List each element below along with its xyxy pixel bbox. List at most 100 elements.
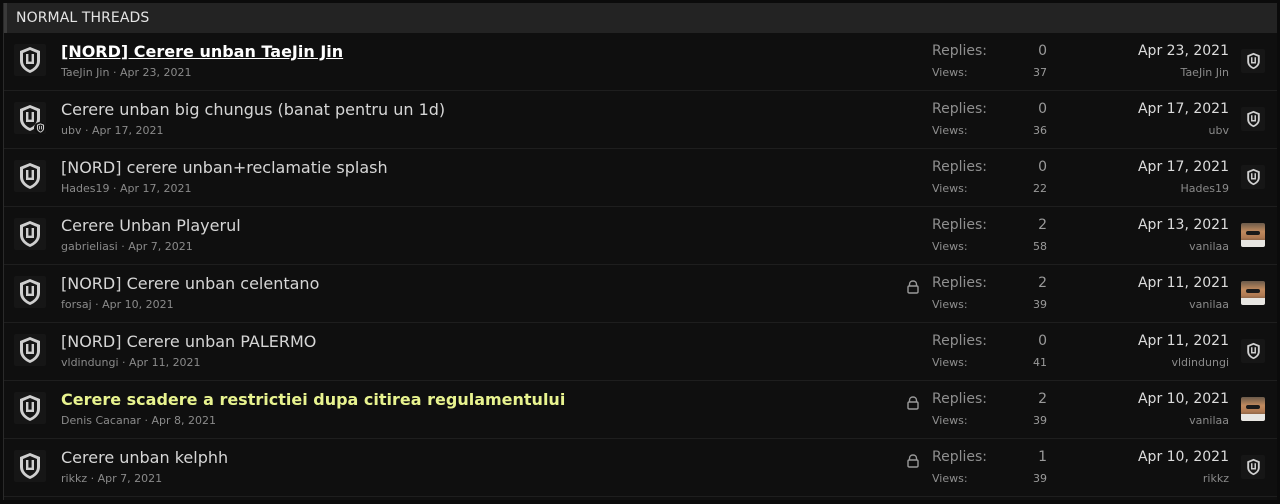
last-poster-link[interactable]: vanilaa [1189,414,1229,427]
last-poster-avatar[interactable] [1241,223,1265,247]
meta-separator: · [117,240,129,253]
last-poster-link[interactable]: vanilaa [1189,298,1229,311]
thread-author-link[interactable]: Denis Cacanar [61,414,141,427]
author-avatar[interactable] [14,218,46,250]
last-poster-avatar[interactable] [1241,165,1265,189]
last-post-date[interactable]: Apr 13, 2021 [1138,217,1229,233]
views-count: 41 [1033,356,1047,369]
last-post-date[interactable]: Apr 11, 2021 [1138,275,1229,291]
server-logo-icon [20,337,40,363]
author-avatar[interactable] [14,160,46,192]
thread-start-date[interactable]: Apr 17, 2021 [92,124,164,137]
last-poster-link[interactable]: vldindungi [1171,356,1229,369]
replies-label: Replies: [932,217,988,233]
thread-row[interactable]: Cerere unban big chungus (banat pentru u… [4,91,1277,149]
user-photo-avatar [1241,397,1265,421]
last-poster-avatar[interactable] [1241,397,1265,421]
last-poster-mini-avatar[interactable] [34,122,46,134]
server-logo-icon [1246,168,1260,186]
thread-meta: Denis Cacanar · Apr 8, 2021 [61,414,216,427]
thread-title-link[interactable]: Cerere scadere a restrictiei dupa citire… [61,390,565,409]
views-count: 39 [1033,472,1047,485]
author-avatar[interactable] [14,276,46,308]
replies-label: Replies: [932,101,988,117]
thread-start-date[interactable]: Apr 10, 2021 [102,298,174,311]
last-post-date[interactable]: Apr 17, 2021 [1138,159,1229,175]
user-photo-avatar [1241,281,1265,305]
thread-row[interactable]: [NORD] Cerere unban PALERMO vldindungi ·… [4,323,1277,381]
server-logo-icon [20,47,40,73]
last-poster-link[interactable]: rikkz [1203,472,1229,485]
views-label: Views: [932,472,968,485]
thread-author-link[interactable]: forsaj [61,298,92,311]
replies-label: Replies: [932,449,988,465]
last-poster-link[interactable]: TaeJin Jin [1181,66,1229,79]
thread-start-date[interactable]: Apr 17, 2021 [120,182,192,195]
thread-row[interactable]: Cerere scadere a restrictiei dupa citire… [4,381,1277,439]
thread-list: NORMAL THREADS [NORD] Cerere unban TaeJi… [3,3,1277,500]
meta-separator: · [109,66,120,79]
thread-title-link[interactable]: [NORD] Cerere unban celentano [61,274,319,293]
views-count: 39 [1033,414,1047,427]
thread-meta: vldindungi · Apr 11, 2021 [61,356,201,369]
last-poster-link[interactable]: Hades19 [1181,182,1230,195]
thread-start-date[interactable]: Apr 23, 2021 [120,66,192,79]
thread-start-date[interactable]: Apr 11, 2021 [129,356,201,369]
last-post-date[interactable]: Apr 11, 2021 [1138,333,1229,349]
thread-start-date[interactable]: Apr 7, 2021 [128,240,193,253]
thread-row[interactable]: Cerere Unban Playerul gabrieliasi · Apr … [4,207,1277,265]
last-poster-link[interactable]: ubv [1209,124,1229,137]
thread-start-date[interactable]: Apr 8, 2021 [151,414,216,427]
thread-title-link[interactable]: [NORD] cerere unban+reclamatie splash [61,158,388,177]
thread-author-link[interactable]: vldindungi [61,356,119,369]
views-label: Views: [932,182,968,195]
replies-label: Replies: [932,333,988,349]
thread-author-link[interactable]: rikkz [61,472,87,485]
thread-author-link[interactable]: TaeJin Jin [61,66,109,79]
last-post-date[interactable]: Apr 10, 2021 [1138,449,1229,465]
views-count: 36 [1033,124,1047,137]
thread-row[interactable]: [NORD] Cerere unban TaeJin Jin TaeJin Ji… [4,33,1277,91]
thread-title-link[interactable]: Cerere unban big chungus (banat pentru u… [61,100,445,119]
author-avatar[interactable] [14,334,46,366]
thread-row[interactable]: [NORD] Cerere unban celentano forsaj · A… [4,265,1277,323]
last-poster-avatar[interactable] [1241,339,1265,363]
author-avatar[interactable] [14,392,46,424]
section-header: NORMAL THREADS [4,3,1277,33]
views-label: Views: [932,124,968,137]
replies-count: 0 [1038,159,1047,175]
replies-count: 2 [1038,391,1047,407]
thread-author-link[interactable]: ubv [61,124,81,137]
last-post-date[interactable]: Apr 23, 2021 [1138,43,1229,59]
server-logo-icon [20,163,40,189]
thread-author-link[interactable]: Hades19 [61,182,110,195]
views-label: Views: [932,298,968,311]
server-logo-icon [1246,458,1260,476]
server-logo-icon [1246,110,1260,128]
user-photo-avatar [1241,223,1265,247]
last-post-date[interactable]: Apr 10, 2021 [1138,391,1229,407]
replies-label: Replies: [932,159,988,175]
views-label: Views: [932,66,968,79]
thread-meta: ubv · Apr 17, 2021 [61,124,163,137]
thread-start-date[interactable]: Apr 7, 2021 [98,472,163,485]
thread-title-link[interactable]: Cerere Unban Playerul [61,216,241,235]
last-post-date[interactable]: Apr 17, 2021 [1138,101,1229,117]
thread-meta: Hades19 · Apr 17, 2021 [61,182,192,195]
last-poster-avatar[interactable] [1241,455,1265,479]
thread-author-link[interactable]: gabrieliasi [61,240,118,253]
last-poster-avatar[interactable] [1241,49,1265,73]
last-poster-link[interactable]: vanilaa [1189,240,1229,253]
thread-title-link[interactable]: [NORD] Cerere unban TaeJin Jin [61,42,343,61]
author-avatar[interactable] [14,450,46,482]
thread-row[interactable]: Cerere unban kelphh rikkz · Apr 7, 2021 … [4,439,1277,497]
last-poster-avatar[interactable] [1241,107,1265,131]
views-count: 39 [1033,298,1047,311]
author-avatar[interactable] [14,44,46,76]
last-poster-avatar[interactable] [1241,281,1265,305]
meta-separator: · [140,414,152,427]
thread-row[interactable]: [NORD] cerere unban+reclamatie splash Ha… [4,149,1277,207]
views-count: 22 [1033,182,1047,195]
thread-title-link[interactable]: [NORD] Cerere unban PALERMO [61,332,316,351]
thread-title-link[interactable]: Cerere unban kelphh [61,448,228,467]
